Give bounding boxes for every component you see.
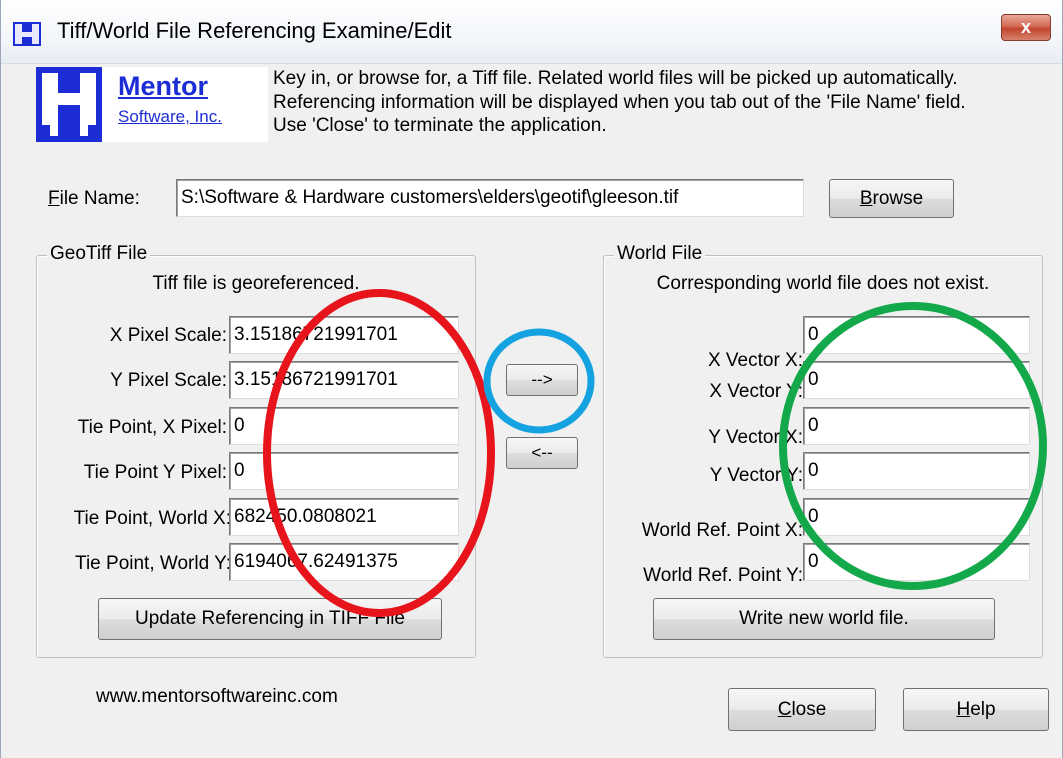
mentor-logo: Mentor Software, Inc.	[36, 67, 268, 142]
file-name-label: File Name:	[48, 188, 140, 209]
x-vector-x-label: X Vector X:	[707, 350, 803, 371]
instruction-line: Referencing information will be displaye…	[273, 91, 966, 113]
world-ref-point-x-input[interactable]	[803, 498, 1030, 536]
file-name-input[interactable]	[176, 179, 804, 217]
tie-point-world-y-input[interactable]	[229, 543, 459, 581]
dialog-window: Tiff/World File Referencing Examine/Edit…	[0, 0, 1063, 758]
instruction-line: Key in, or browse for, a Tiff file. Rela…	[273, 68, 958, 89]
browse-button[interactable]: Browse	[829, 179, 954, 218]
tie-point-x-pixel-label: Tie Point, X Pixel:	[77, 417, 227, 438]
x-pixel-scale-input[interactable]	[229, 316, 459, 354]
tie-point-x-pixel-input[interactable]	[229, 407, 459, 445]
world-ref-point-y-label: World Ref. Point Y:	[643, 565, 803, 586]
title-bar[interactable]: Tiff/World File Referencing Examine/Edit…	[1, 0, 1062, 64]
copy-to-tiff-button[interactable]: <--	[506, 437, 578, 469]
write-world-file-button[interactable]: Write new world file.	[653, 598, 995, 640]
instructions-text: Key in, or browse for, a Tiff file. Rela…	[273, 67, 1063, 138]
y-pixel-scale-label: Y Pixel Scale:	[110, 370, 227, 391]
app-icon	[13, 22, 41, 46]
y-vector-x-input[interactable]	[803, 407, 1030, 445]
x-pixel-scale-label: X Pixel Scale:	[109, 325, 227, 346]
logo-name: Mentor	[118, 71, 208, 101]
mentor-logo-mark-icon	[36, 67, 102, 142]
tie-point-world-y-label: Tie Point, World Y:	[75, 553, 231, 574]
tie-point-y-pixel-label: Tie Point Y Pixel:	[83, 462, 227, 483]
website-link: www.mentorsoftwareinc.com	[96, 686, 338, 707]
tie-point-world-x-input[interactable]	[229, 498, 459, 536]
update-tiff-referencing-button[interactable]: Update Referencing in TIFF File	[98, 598, 442, 640]
world-ref-point-y-input[interactable]	[803, 543, 1030, 581]
y-vector-y-input[interactable]	[803, 452, 1030, 490]
help-button[interactable]: Help	[903, 688, 1049, 731]
x-vector-x-input[interactable]	[803, 316, 1030, 354]
world-file-status: Corresponding world file does not exist.	[656, 273, 990, 294]
y-vector-x-label: Y Vector X:	[708, 427, 803, 448]
world-file-group-title: World File	[614, 243, 706, 265]
geotiff-status: Tiff file is georeferenced.	[152, 273, 360, 294]
logo-subtitle: Software, Inc.	[118, 107, 222, 126]
tie-point-y-pixel-input[interactable]	[229, 452, 459, 490]
tie-point-world-x-label: Tie Point, World X:	[73, 508, 231, 529]
close-button[interactable]: Close	[728, 688, 876, 731]
x-vector-y-input[interactable]	[803, 361, 1030, 399]
window-title: Tiff/World File Referencing Examine/Edit	[57, 18, 452, 43]
geotiff-group-title: GeoTiff File	[47, 243, 151, 265]
window-close-button[interactable]: x	[1001, 14, 1051, 41]
instruction-line: Use 'Close' to terminate the application…	[273, 115, 607, 136]
copy-to-world-button[interactable]: -->	[506, 364, 578, 396]
y-vector-y-label: Y Vector Y:	[709, 465, 803, 486]
y-pixel-scale-input[interactable]	[229, 361, 459, 399]
x-vector-y-label: X Vector Y:	[709, 381, 803, 402]
world-ref-point-x-label: World Ref. Point X:	[641, 520, 803, 541]
close-icon: x	[1020, 17, 1031, 37]
